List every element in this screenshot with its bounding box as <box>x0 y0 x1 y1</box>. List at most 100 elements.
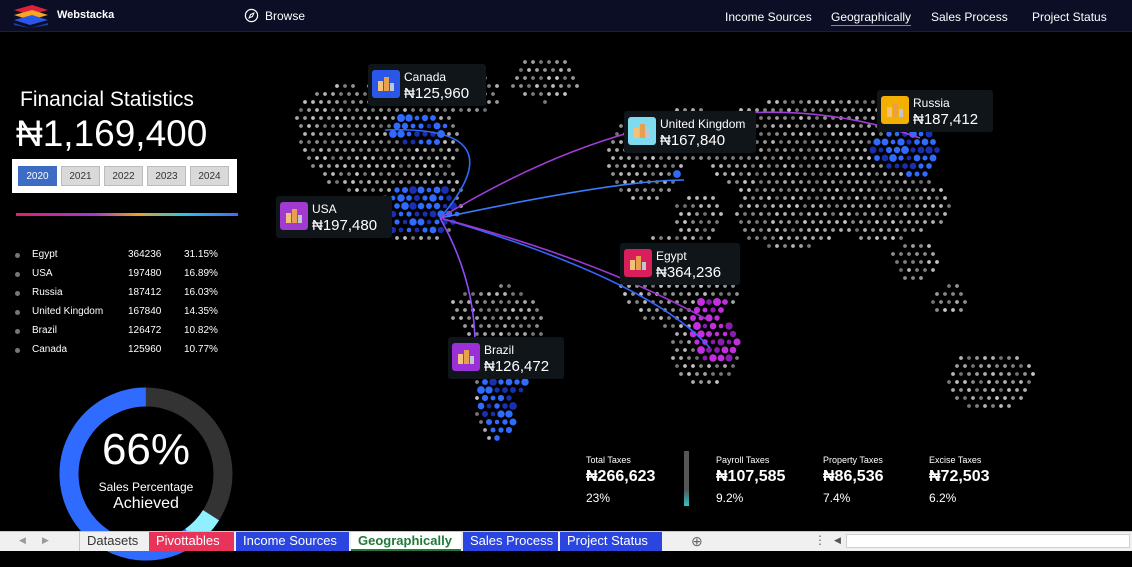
highlighted-dot <box>398 211 404 217</box>
map-dot <box>695 228 699 232</box>
map-dot <box>863 212 867 216</box>
highlighted-dot <box>409 218 417 226</box>
map-dot <box>959 388 963 392</box>
map-dot <box>707 380 711 384</box>
map-dot <box>863 196 867 200</box>
map-dot <box>555 60 559 64</box>
map-dot <box>531 300 535 304</box>
map-dot <box>483 108 487 112</box>
map-dot <box>831 100 835 104</box>
map-dot <box>823 100 827 104</box>
sheet-tab-pivottables[interactable]: Pivottables <box>149 532 234 551</box>
country-card-egypt[interactable]: Egypt ₦364,236 <box>620 243 740 285</box>
map-dot <box>739 172 743 176</box>
highlighted-dot <box>521 378 529 386</box>
map-dot <box>347 172 351 176</box>
country-card-brazil[interactable]: Brazil ₦126,472 <box>448 337 564 379</box>
map-dot <box>499 300 503 304</box>
map-dot <box>615 148 619 152</box>
map-dot <box>771 124 775 128</box>
map-dot <box>883 220 887 224</box>
map-dot <box>923 204 927 208</box>
highlighted-dot <box>702 323 708 329</box>
map-dot <box>919 228 923 232</box>
highlighted-dot <box>414 115 420 121</box>
horizontal-scrollbar[interactable] <box>846 534 1130 548</box>
sheet-tab-geographically[interactable]: Geographically <box>351 532 461 551</box>
map-dot <box>955 284 959 288</box>
map-dot <box>851 156 855 160</box>
map-dot <box>775 196 779 200</box>
tax-amount: ₦86,536 <box>823 468 884 485</box>
map-dot <box>911 180 915 184</box>
map-dot <box>719 292 723 296</box>
map-dot <box>943 196 947 200</box>
map-dot <box>391 180 395 184</box>
map-dot <box>667 172 671 176</box>
more-options-icon[interactable]: ⋮ <box>814 533 826 547</box>
map-dot <box>835 124 839 128</box>
map-dot <box>755 172 759 176</box>
map-dot <box>1023 388 1027 392</box>
highlighted-dot <box>394 203 400 209</box>
add-sheet-icon[interactable]: ⊕ <box>691 533 703 550</box>
country-card-canada[interactable]: Canada ₦125,960 <box>368 64 486 106</box>
highlighted-dot <box>694 339 700 345</box>
map-dot <box>971 380 975 384</box>
highlighted-dot <box>906 155 912 161</box>
map-dot <box>803 204 807 208</box>
prev-sheet-icon[interactable]: ◀ <box>19 535 26 546</box>
map-dot <box>499 316 503 320</box>
map-dot <box>783 244 787 248</box>
map-dot <box>951 308 955 312</box>
map-dot <box>767 116 771 120</box>
map-dot <box>691 156 695 160</box>
sheet-tab-income-sources[interactable]: Income Sources <box>236 532 349 551</box>
map-dot <box>827 124 831 128</box>
map-dot <box>547 76 551 80</box>
map-dot <box>803 172 807 176</box>
highlighted-dot <box>477 402 485 410</box>
sheet-tab-datasets[interactable]: Datasets <box>79 532 148 551</box>
map-dot <box>711 196 715 200</box>
country-card-united-kingdom[interactable]: United Kingdom ₦167,840 <box>624 111 756 153</box>
tax-rate: 6.2% <box>929 491 957 505</box>
map-dot <box>347 140 351 144</box>
map-dot <box>1019 364 1023 368</box>
map-dot <box>915 188 919 192</box>
map-dot <box>831 148 835 152</box>
map-dot <box>879 228 883 232</box>
map-dot <box>351 164 355 168</box>
map-dot <box>523 300 527 304</box>
map-dot <box>363 156 367 160</box>
country-card-russia[interactable]: Russia ₦187,412 <box>877 90 993 132</box>
map-dot <box>963 380 967 384</box>
map-dot <box>999 388 1003 392</box>
map-dot <box>331 124 335 128</box>
map-dot <box>739 188 743 192</box>
sheet-tab-sales-process[interactable]: Sales Process <box>463 532 558 551</box>
map-dot <box>1007 356 1011 360</box>
map-dot <box>847 196 851 200</box>
sheet-tab-project-status[interactable]: Project Status <box>560 532 662 551</box>
map-dot <box>611 140 615 144</box>
map-dot <box>867 172 871 176</box>
country-card-usa[interactable]: USA ₦197,480 <box>276 196 392 238</box>
map-dot <box>787 124 791 128</box>
map-dot <box>375 132 379 136</box>
map-dot <box>423 180 427 184</box>
map-dot <box>927 244 931 248</box>
map-dot <box>531 332 535 336</box>
next-sheet-icon[interactable]: ▶ <box>42 535 49 546</box>
map-dot <box>1007 372 1011 376</box>
map-dot <box>763 236 767 240</box>
map-dot <box>923 268 927 272</box>
map-dot <box>319 164 323 168</box>
scroll-left-icon[interactable]: ◀ <box>834 535 841 546</box>
map-dot <box>471 292 475 296</box>
map-dot <box>999 404 1003 408</box>
map-dot <box>619 188 623 192</box>
card-country-value: ₦187,412 <box>913 111 979 128</box>
map-dot <box>679 292 683 296</box>
map-dot <box>863 228 867 232</box>
